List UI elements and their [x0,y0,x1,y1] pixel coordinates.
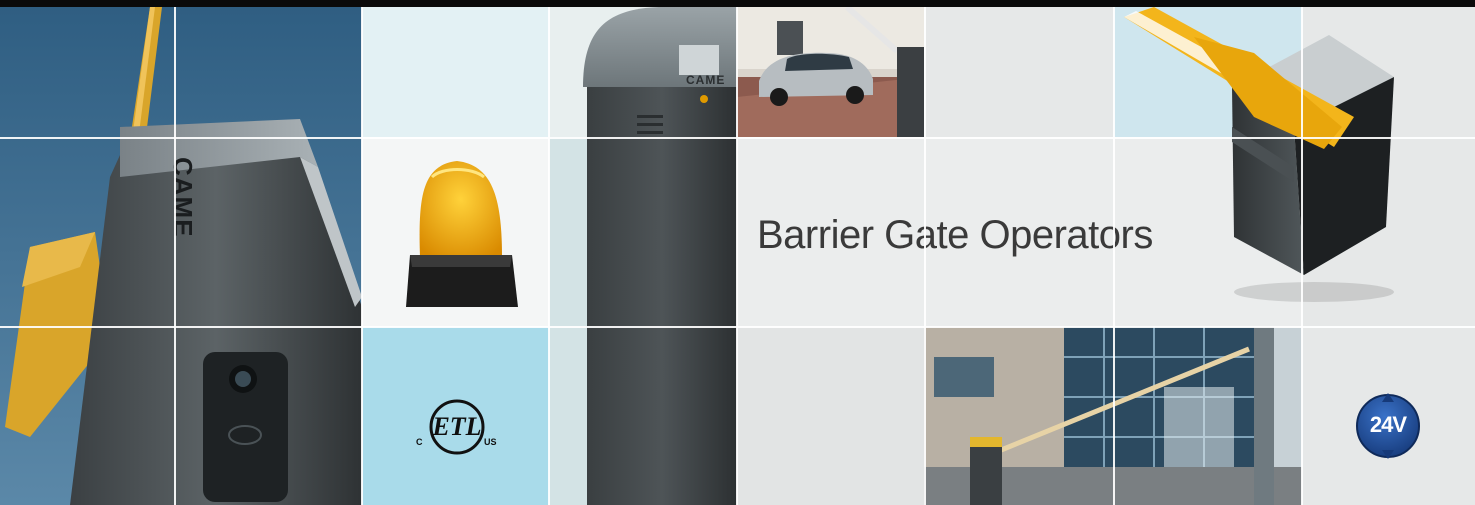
grid-line-vertical [1113,7,1115,505]
came-logo-cabinet: CAME [686,73,726,87]
grid-line-horizontal [0,137,1475,139]
24v-badge-text: 24V [1369,412,1407,437]
barrier-operator-photo: CAME [0,7,362,505]
etl-certification-mark: ETL C US [416,399,506,459]
grid-line-vertical [1301,7,1303,505]
grey-panel-top [924,7,1114,137]
photo-collage: CAME ETL C US CAME Barrier Gate Operator… [0,7,1475,505]
grid-line-vertical [548,7,550,505]
flashing-lamp-photo [362,137,549,327]
etl-mark-text: ETL [432,412,482,441]
hero-banner: CAME ETL C US CAME Barrier Gate Operator… [0,0,1475,505]
top-bar [0,0,1475,7]
grid-line-vertical [361,7,363,505]
24v-badge: 24V [1353,393,1423,459]
grid-line-vertical [924,7,926,505]
came-logo-housing: CAME [168,157,198,238]
etl-c-letter: C [416,437,423,447]
cube-operator-photo [1114,7,1414,307]
car-at-gate-photo [737,7,924,137]
operator-cabinet-photo: CAME [549,7,737,505]
grid-line-horizontal [0,326,1475,328]
etl-us-letters: US [484,437,497,447]
grid-line-vertical [174,7,176,505]
grid-line-vertical [736,7,738,505]
headline: Barrier Gate Operators [757,213,1153,257]
pale-panel [362,7,549,137]
grey-panel-bottom [737,327,924,505]
